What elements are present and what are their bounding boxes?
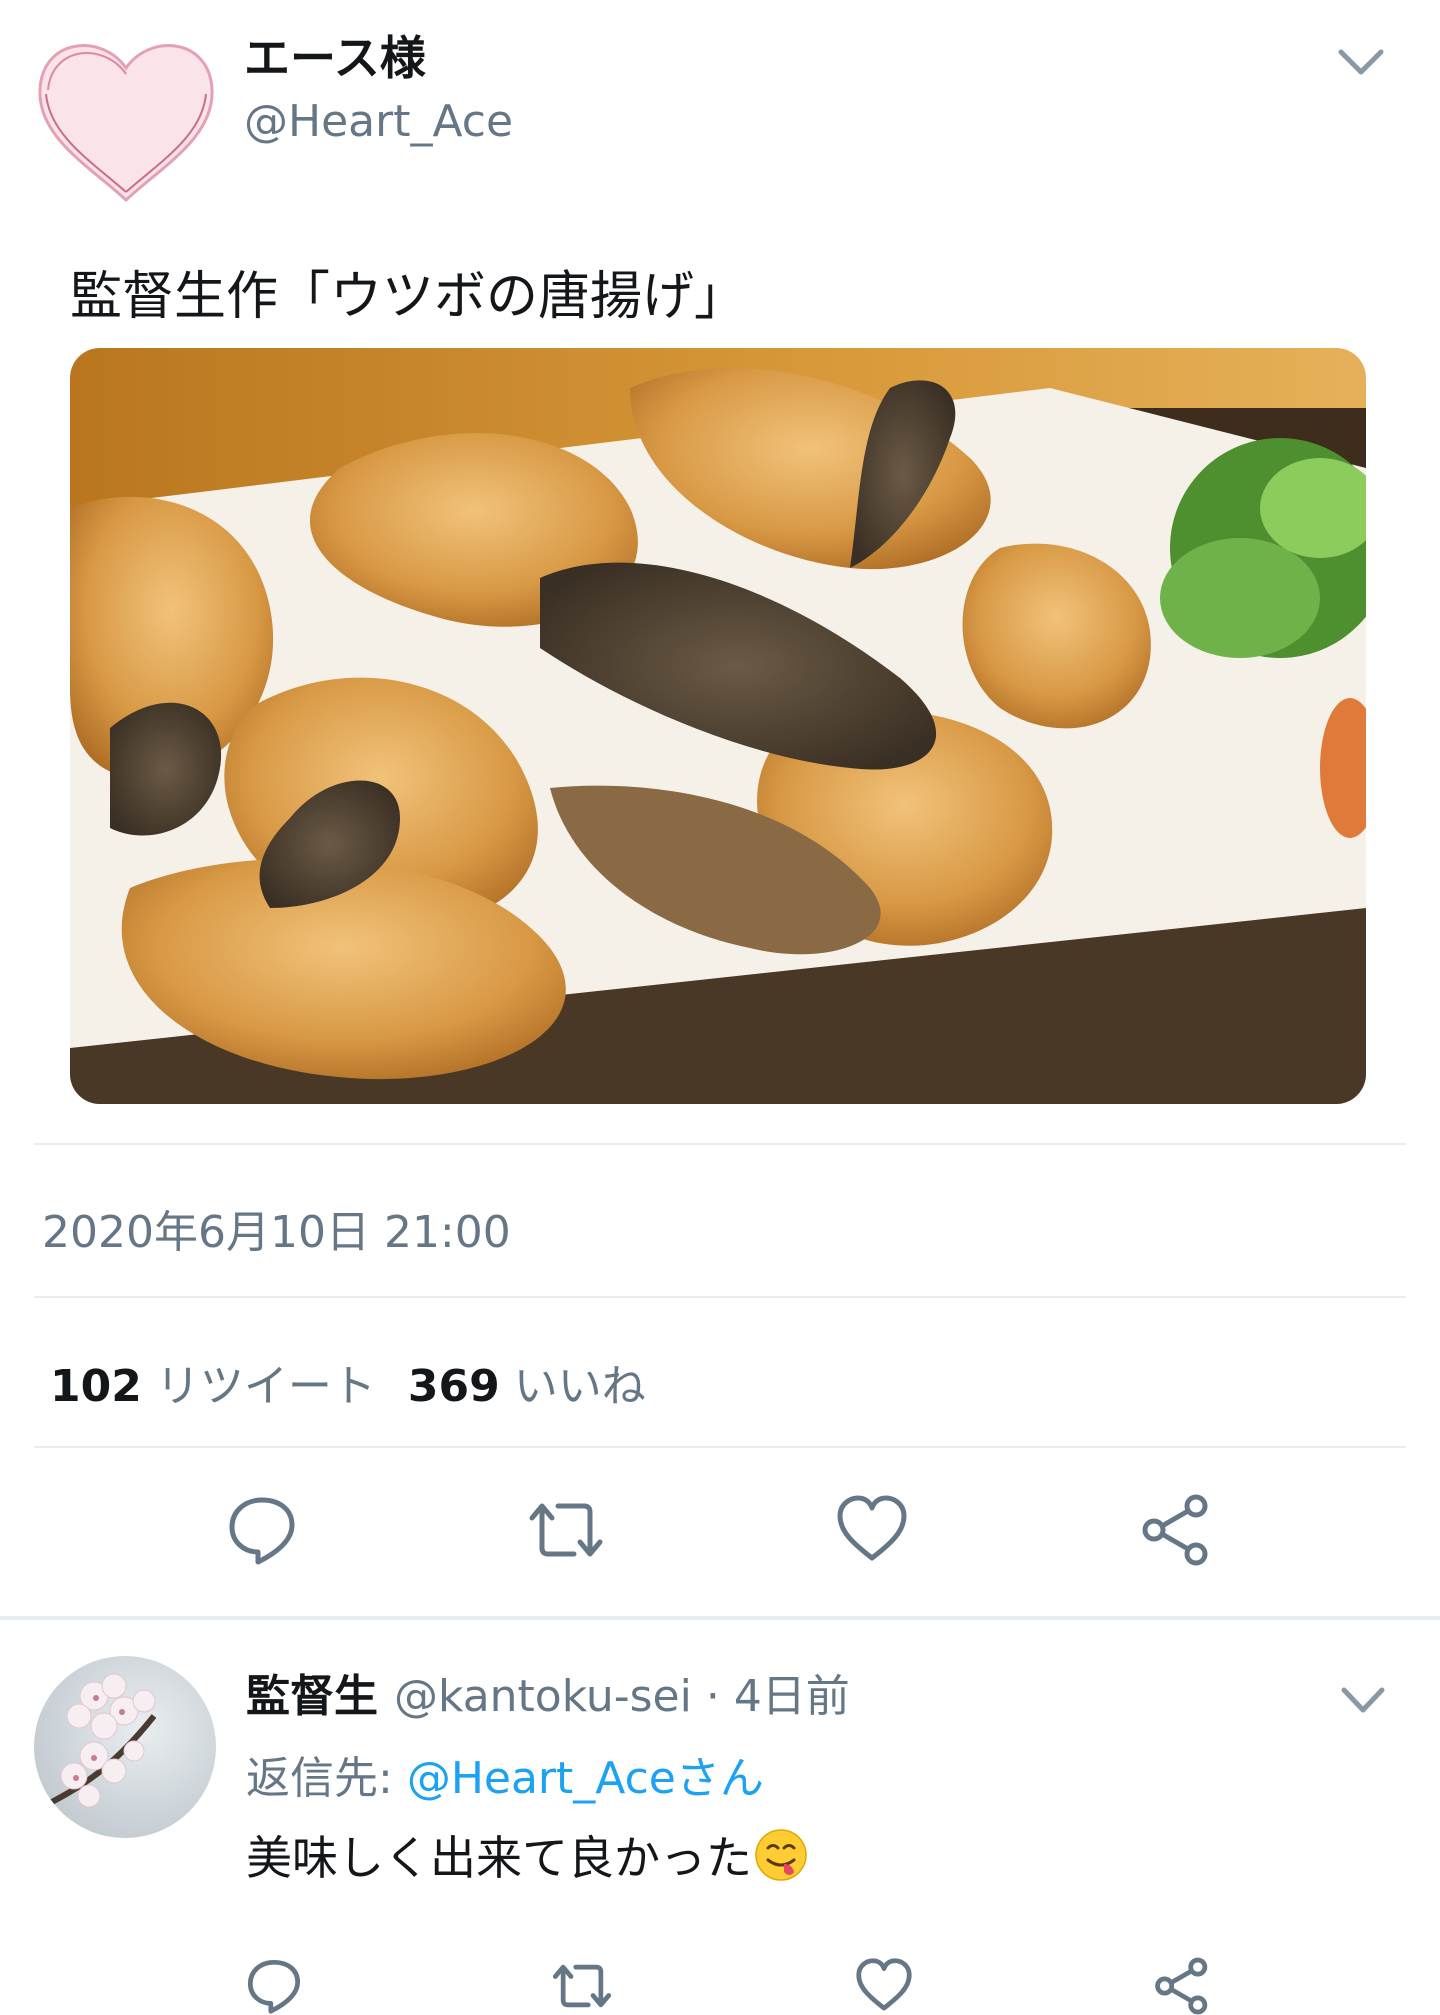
reply-text-line: 美味しく出来て良かった	[246, 1822, 808, 1888]
fried-moray-eel-photo	[70, 348, 1366, 1104]
reply-header: 監督生 @kantoku-sei · 4日前	[246, 1660, 850, 1724]
yum-face-emoji-icon	[754, 1828, 808, 1882]
retweet-arrows-icon	[552, 1964, 612, 2008]
share-icon	[1142, 1494, 1208, 1566]
reply-retweet-button[interactable]	[540, 1944, 624, 2015]
chevron-down-icon[interactable]	[1338, 1682, 1388, 1718]
share-icon	[1155, 1957, 1208, 2015]
retweet-arrows-icon	[529, 1503, 603, 1557]
reply-button[interactable]	[220, 1488, 304, 1572]
heart-icon	[837, 1495, 907, 1561]
share-button[interactable]	[1134, 1488, 1218, 1572]
retweet-button[interactable]	[524, 1488, 608, 1572]
speech-bubble-icon	[229, 1497, 295, 1565]
author-name[interactable]: エース様	[244, 22, 426, 88]
reply-author-handle[interactable]: @kantoku-sei	[394, 1671, 692, 1722]
tweet-stats: 102 リツイート 369 いいね	[50, 1350, 678, 1414]
divider	[34, 1296, 1406, 1298]
retweet-label[interactable]: リツイート	[156, 1361, 376, 1412]
section-separator	[0, 1616, 1440, 1620]
reply-reply-button[interactable]	[232, 1944, 316, 2015]
author-avatar[interactable]	[32, 28, 220, 206]
divider	[34, 1143, 1406, 1145]
tweet-timestamp[interactable]: 2020年6月10日 21:00	[42, 1196, 511, 1260]
like-count[interactable]: 369	[408, 1361, 500, 1412]
reply-author-avatar[interactable]	[34, 1656, 216, 1838]
like-label[interactable]: いいね	[514, 1361, 646, 1412]
speech-bubble-icon	[247, 1959, 301, 2014]
reply-to-line: 返信先: @Heart_Aceさん	[246, 1742, 764, 1806]
reply-time[interactable]: · 4日前	[706, 1671, 850, 1722]
tweet-photo[interactable]	[70, 348, 1366, 1104]
reply-to-prefix: 返信先:	[246, 1753, 407, 1804]
divider	[34, 1446, 1406, 1448]
like-button[interactable]	[830, 1488, 914, 1572]
author-handle[interactable]: @Heart_Ace	[244, 96, 513, 147]
retweet-count[interactable]: 102	[50, 1361, 142, 1412]
chevron-down-icon[interactable]	[1333, 42, 1389, 82]
reply-author-name[interactable]: 監督生	[246, 1671, 378, 1722]
reply-to-mention[interactable]: @Heart_Aceさん	[407, 1753, 764, 1804]
reply-text: 美味しく出来て良かった	[246, 1831, 752, 1885]
tweet-text: 監督生作「ウツボの唐揚げ」	[70, 267, 747, 327]
reply-like-button[interactable]	[842, 1944, 926, 2015]
reply-share-button[interactable]	[1140, 1944, 1224, 2015]
heart-icon	[856, 1958, 912, 2011]
